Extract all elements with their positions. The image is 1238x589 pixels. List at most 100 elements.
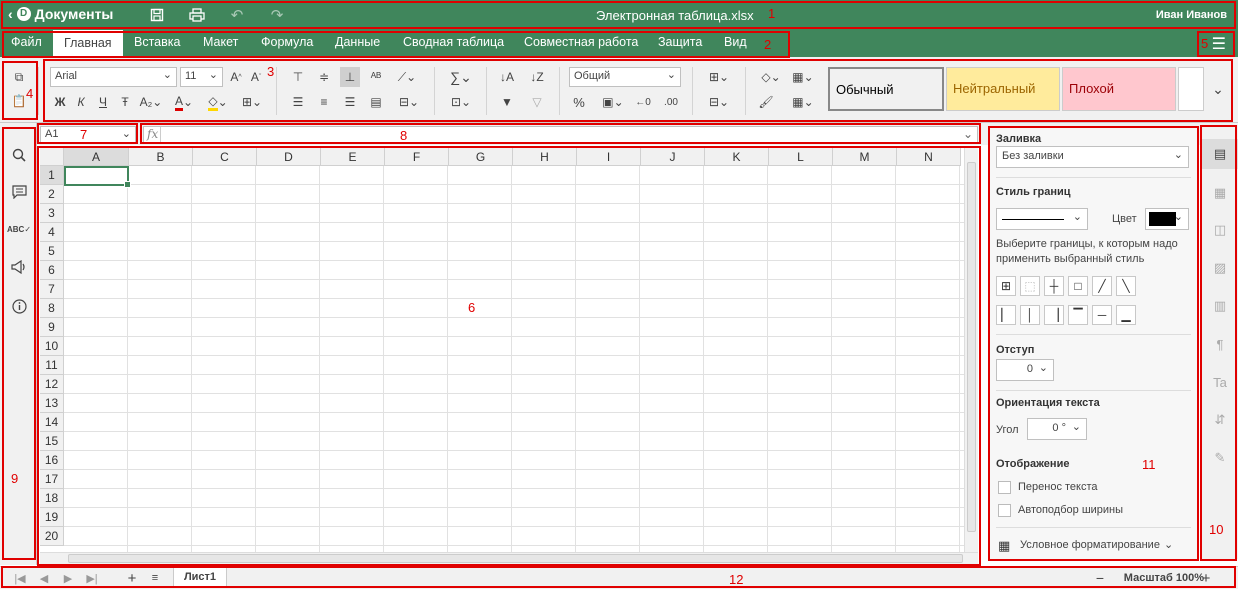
table-settings-icon[interactable]: ▦	[1210, 183, 1230, 203]
column-header[interactable]: J	[641, 148, 705, 166]
text-art-settings-icon[interactable]: Ta	[1210, 372, 1230, 392]
border-diagonal-down-icon[interactable]: ╲	[1116, 276, 1136, 296]
active-cell[interactable]	[64, 166, 131, 188]
vertical-scrollbar[interactable]	[964, 148, 978, 552]
row-header[interactable]: 18	[40, 489, 64, 508]
increase-decimal-icon[interactable]: .00	[660, 92, 682, 112]
add-sheet-icon[interactable]: +	[124, 570, 140, 587]
borders-icon[interactable]: ⊞⌄	[238, 92, 266, 112]
shape-settings-icon[interactable]: ◫	[1210, 220, 1230, 240]
font-size-select[interactable]: 11	[180, 67, 223, 87]
border-color-select[interactable]	[1145, 208, 1189, 230]
cell-style-neutral[interactable]: Нейтральный	[946, 67, 1060, 111]
comments-icon[interactable]	[9, 182, 29, 202]
align-left-icon[interactable]: ☰	[288, 92, 308, 112]
align-middle-icon[interactable]: ≑	[314, 67, 334, 87]
tab-insert[interactable]: Вставка	[123, 30, 191, 57]
sort-ascending-icon[interactable]: ↓A	[497, 67, 517, 87]
cell-settings-icon[interactable]: ▤	[1201, 139, 1238, 169]
border-inner-vertical-icon[interactable]: │	[1020, 305, 1040, 325]
increase-font-icon[interactable]: A ^	[226, 67, 246, 87]
row-header[interactable]: 3	[40, 204, 64, 223]
italic-button[interactable]: К	[71, 92, 91, 112]
percent-button[interactable]: %	[569, 92, 589, 112]
first-sheet-icon[interactable]: |◀	[12, 570, 28, 586]
column-header[interactable]: L	[769, 148, 833, 166]
tab-collaboration[interactable]: Совместная работа	[513, 30, 649, 57]
column-header[interactable]: E	[321, 148, 385, 166]
zoom-out-icon[interactable]: −	[1092, 570, 1108, 586]
border-inner-icon[interactable]: ┼	[1044, 276, 1064, 296]
conditional-format-button[interactable]: Условное форматирование	[1020, 538, 1160, 553]
row-header[interactable]: 16	[40, 451, 64, 470]
column-header[interactable]: K	[705, 148, 769, 166]
bold-button[interactable]: Ж	[50, 92, 70, 112]
border-inner-horizontal-icon[interactable]: ─	[1092, 305, 1112, 325]
info-icon[interactable]	[9, 296, 29, 316]
delete-cells-icon[interactable]: ⊟⌄	[704, 92, 734, 112]
select-all-corner[interactable]	[40, 148, 64, 166]
undo-icon[interactable]: ↶	[225, 5, 249, 25]
currency-icon[interactable]: ▣⌄	[598, 92, 628, 112]
border-left-icon[interactable]: ▏	[996, 305, 1016, 325]
column-header[interactable]: C	[193, 148, 257, 166]
row-header[interactable]: 13	[40, 394, 64, 413]
pivot-settings-icon[interactable]: ⇵	[1210, 410, 1230, 430]
row-header[interactable]: 4	[40, 223, 64, 242]
format-as-table-icon[interactable]: ▦⌄	[788, 92, 818, 112]
last-sheet-icon[interactable]: ▶|	[84, 570, 100, 586]
clear-filter-icon[interactable]: ▽	[527, 92, 547, 112]
chevron-down-icon[interactable]: ⌄	[963, 127, 973, 141]
wrap-text-checkbox[interactable]	[998, 481, 1011, 494]
tab-protection[interactable]: Защита	[647, 30, 713, 57]
column-header[interactable]: F	[385, 148, 449, 166]
tab-pivot-table[interactable]: Сводная таблица	[392, 30, 515, 57]
align-top-icon[interactable]: ⊤	[288, 67, 308, 87]
paragraph-settings-icon[interactable]: ¶	[1210, 334, 1230, 354]
wrap-text-icon[interactable]: ᴬᴮ	[366, 67, 386, 87]
row-header[interactable]: 19	[40, 508, 64, 527]
row-header[interactable]: 17	[40, 470, 64, 489]
image-settings-icon[interactable]: ▨	[1210, 258, 1230, 278]
tab-data[interactable]: Данные	[324, 30, 391, 57]
cell-style-normal[interactable]: Обычный	[828, 67, 944, 111]
column-header[interactable]: A	[64, 148, 129, 166]
fill-select[interactable]: Без заливки	[996, 146, 1189, 168]
align-center-icon[interactable]: ≡	[314, 92, 334, 112]
border-bottom-icon[interactable]: ▁	[1116, 305, 1136, 325]
tab-home[interactable]: Главная	[53, 30, 123, 57]
border-all-icon[interactable]: ⊞	[996, 276, 1016, 296]
search-icon[interactable]	[9, 145, 29, 165]
tab-file[interactable]: Файл	[0, 30, 53, 57]
row-header[interactable]: 15	[40, 432, 64, 451]
indent-input[interactable]: 0	[996, 359, 1054, 381]
strikethrough-button[interactable]: Ŧ	[115, 92, 135, 112]
row-header[interactable]: 6	[40, 261, 64, 280]
border-top-icon[interactable]: ▔	[1068, 305, 1088, 325]
font-name-select[interactable]: Arial	[50, 67, 177, 87]
align-right-icon[interactable]: ☰	[340, 92, 360, 112]
cell-area[interactable]	[64, 166, 964, 564]
border-none-icon[interactable]: ⬚	[1020, 276, 1040, 296]
menu-icon[interactable]: ☰	[1212, 34, 1226, 54]
row-header[interactable]: 7	[40, 280, 64, 299]
column-header[interactable]: I	[577, 148, 641, 166]
copy-icon[interactable]: ⧉	[9, 67, 29, 87]
row-header[interactable]: 12	[40, 375, 64, 394]
chart-settings-icon[interactable]: ▥	[1210, 296, 1230, 316]
angle-input[interactable]: 0 °	[1027, 418, 1087, 440]
decrease-font-icon[interactable]: Aˇ	[246, 67, 266, 87]
column-header[interactable]: D	[257, 148, 321, 166]
horizontal-scrollbar[interactable]	[40, 552, 978, 564]
row-header[interactable]: 9	[40, 318, 64, 337]
sheet-list-icon[interactable]: ≡	[147, 570, 163, 586]
cell-style-bad[interactable]: Плохой	[1062, 67, 1176, 111]
column-header[interactable]: B	[129, 148, 193, 166]
formula-input[interactable]: fx ⌄	[143, 126, 978, 144]
tab-layout[interactable]: Макет	[192, 30, 249, 57]
subscript-icon[interactable]: A₂⌄	[138, 92, 164, 112]
filter-icon[interactable]: ▼	[497, 92, 517, 112]
tab-view[interactable]: Вид	[713, 30, 758, 57]
user-name[interactable]: Иван Иванов	[1156, 9, 1227, 21]
decrease-decimal-icon[interactable]: ←0	[632, 92, 654, 112]
